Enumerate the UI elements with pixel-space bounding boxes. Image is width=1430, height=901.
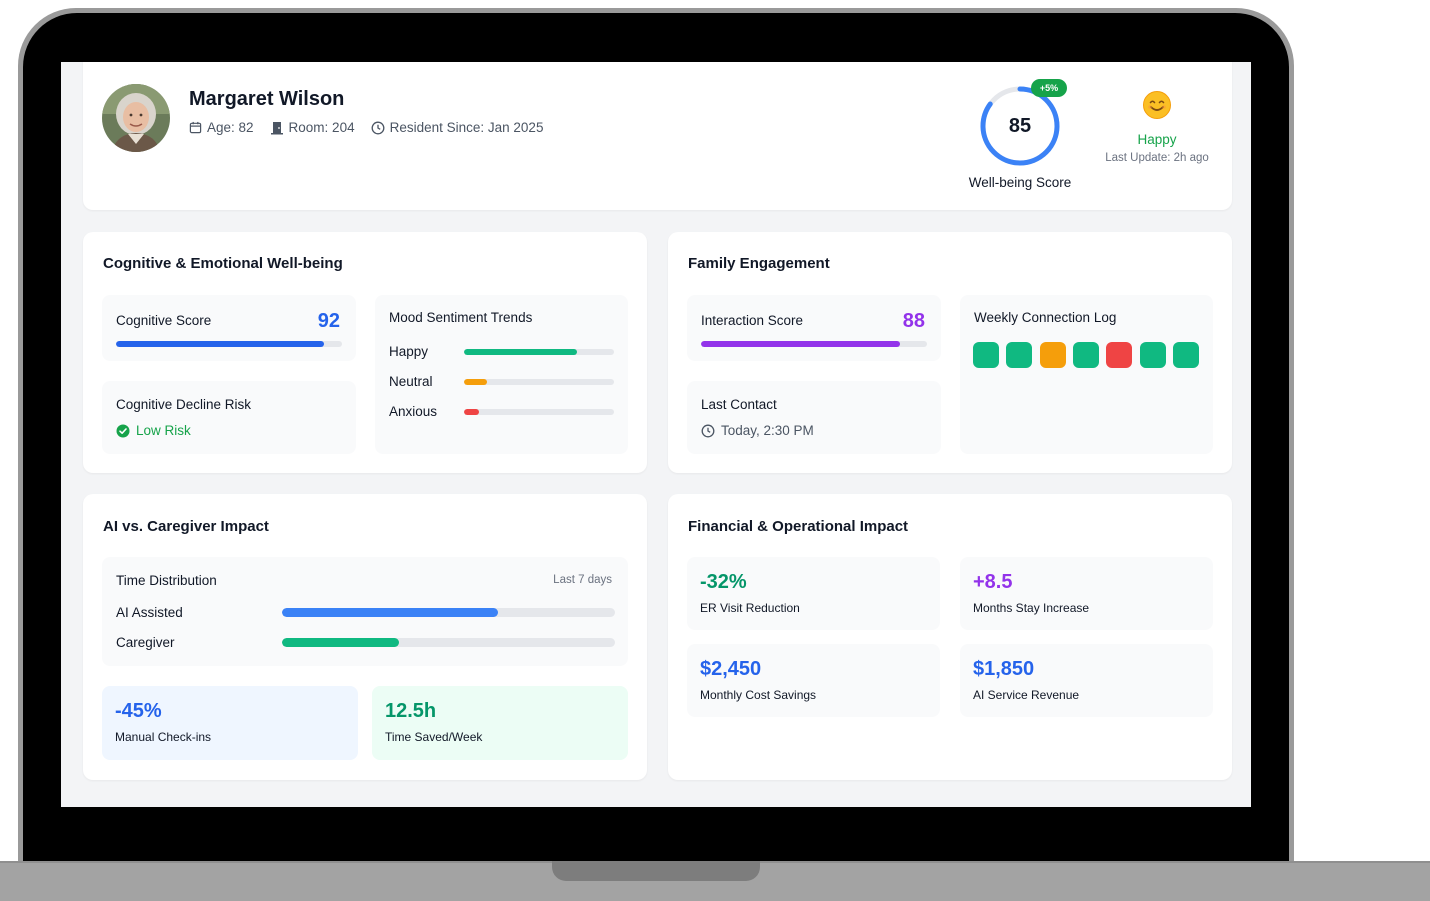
dashboard-screen: Margaret Wilson Age: 82 Room: 204 Reside… xyxy=(61,62,1251,807)
cost-savings-label: Monthly Cost Savings xyxy=(700,688,817,702)
weekly-log-day[interactable] xyxy=(1006,342,1033,368)
service-revenue-label: AI Service Revenue xyxy=(973,688,1080,702)
resident-header: Margaret Wilson Age: 82 Room: 204 Reside… xyxy=(83,62,1232,210)
mood-trend-fill xyxy=(464,409,479,415)
ai-impact-card: AI vs. Caregiver Impact Time Distributio… xyxy=(83,494,647,780)
happy-face-icon xyxy=(1143,91,1171,119)
weekly-log-panel: Weekly Connection Log xyxy=(960,295,1213,454)
resident-meta: Age: 82 Room: 204 Resident Since: Jan 20… xyxy=(189,120,559,135)
avatar[interactable] xyxy=(102,84,170,152)
financial-card: Financial & Operational Impact -32% ER V… xyxy=(668,494,1232,780)
cost-savings-value: $2,450 xyxy=(700,658,762,680)
last-contact-panel: Last Contact Today, 2:30 PM xyxy=(687,381,941,454)
wellbeing-score-label: Well-being Score xyxy=(968,175,1072,190)
checkins-value: -45% xyxy=(115,700,162,722)
interaction-score-label: Interaction Score xyxy=(701,313,804,328)
time-distribution-bar xyxy=(282,638,615,647)
mood-trend-fill xyxy=(464,349,577,355)
door-icon xyxy=(270,121,283,134)
service-revenue-stat: $1,850 AI Service Revenue xyxy=(960,644,1213,717)
mood-last-update: Last Update: 2h ago xyxy=(1105,152,1209,164)
risk-value: Low Risk xyxy=(136,423,191,438)
mood-trend-bar xyxy=(464,349,614,355)
decline-risk-panel: Cognitive Decline Risk Low Risk xyxy=(102,381,356,454)
mood-label: Happy xyxy=(1137,132,1177,147)
time-distribution-title: Time Distribution xyxy=(116,573,217,588)
interaction-score-bar xyxy=(701,341,927,347)
weekly-log-day[interactable] xyxy=(1072,342,1099,368)
cost-savings-stat: $2,450 Monthly Cost Savings xyxy=(687,644,940,717)
mood-trend-bar xyxy=(464,409,614,415)
cognitive-score-fill xyxy=(116,341,324,347)
last-contact-label: Last Contact xyxy=(701,397,777,412)
time-saved-stat: 12.5h Time Saved/Week xyxy=(372,686,628,760)
mood-trend-label: Happy xyxy=(389,344,429,359)
cognitive-score-panel: Cognitive Score 92 xyxy=(102,295,356,361)
cognitive-score-bar xyxy=(116,341,342,347)
room-info: Room: 204 xyxy=(270,120,355,135)
interaction-score-fill xyxy=(701,341,900,347)
time-distribution-bar xyxy=(282,608,615,617)
time-distribution-label: AI Assisted xyxy=(116,605,183,620)
interaction-score-value: 88 xyxy=(902,310,925,332)
last-contact-value: Today, 2:30 PM xyxy=(721,423,814,438)
weekly-log-day[interactable] xyxy=(1172,342,1199,368)
stay-increase-label: Months Stay Increase xyxy=(973,601,1090,615)
weekly-log-day[interactable] xyxy=(1039,342,1066,368)
service-revenue-value: $1,850 xyxy=(973,658,1035,680)
stay-increase-stat: +8.5 Months Stay Increase xyxy=(960,557,1213,630)
stay-increase-value: +8.5 xyxy=(973,571,1013,593)
mood-trend-label: Anxious xyxy=(389,404,438,419)
since-info: Resident Since: Jan 2025 xyxy=(371,120,543,135)
family-card-title: Family Engagement xyxy=(688,255,830,272)
er-visit-stat: -32% ER Visit Reduction xyxy=(687,557,940,630)
weekly-log-day[interactable] xyxy=(973,342,999,368)
check-circle-icon xyxy=(116,424,130,437)
time-distribution-period: Last 7 days xyxy=(553,574,612,586)
mood-trend-label: Neutral xyxy=(389,374,433,389)
mood-trend-bar xyxy=(464,379,614,385)
time-saved-label: Time Saved/Week xyxy=(385,730,483,744)
mood-trends-title: Mood Sentiment Trends xyxy=(389,310,533,325)
cognitive-card: Cognitive & Emotional Well-being Cogniti… xyxy=(83,232,647,473)
clock-icon xyxy=(371,121,385,134)
family-card: Family Engagement Interaction Score 88 L… xyxy=(668,232,1232,473)
cognitive-score-value: 92 xyxy=(317,310,340,332)
mood-trends-panel: Mood Sentiment Trends Happy Neutral Anxiou… xyxy=(375,295,628,454)
weekly-log-day[interactable] xyxy=(1139,342,1166,368)
cognitive-score-label: Cognitive Score xyxy=(116,313,212,328)
mood-trend-fill xyxy=(464,379,487,385)
last-contact-time: Today, 2:30 PM xyxy=(701,423,814,438)
checkins-label: Manual Check-ins xyxy=(115,730,212,744)
time-distribution-label: Caregiver xyxy=(116,635,175,650)
calendar-icon xyxy=(189,121,202,134)
financial-card-title: Financial & Operational Impact xyxy=(688,518,909,535)
er-visit-label: ER Visit Reduction xyxy=(700,601,800,615)
time-distribution-fill xyxy=(282,608,499,617)
weekly-log-title: Weekly Connection Log xyxy=(974,310,1117,325)
cognitive-card-title: Cognitive & Emotional Well-being xyxy=(103,255,343,272)
decline-risk-label: Cognitive Decline Risk xyxy=(116,397,252,412)
resident-name: Margaret Wilson xyxy=(189,88,345,110)
risk-status: Low Risk xyxy=(116,423,191,438)
clock-icon xyxy=(701,424,715,437)
time-saved-value: 12.5h xyxy=(385,700,437,722)
age-info: Age: 82 xyxy=(189,120,254,135)
checkins-stat: -45% Manual Check-ins xyxy=(102,686,358,760)
er-visit-value: -32% xyxy=(700,571,747,593)
score-change-badge: +5% xyxy=(1031,79,1067,97)
weekly-log-day[interactable] xyxy=(1106,342,1133,368)
ai-impact-card-title: AI vs. Caregiver Impact xyxy=(103,518,269,535)
time-distribution-fill xyxy=(282,638,399,647)
laptop-notch xyxy=(552,861,760,881)
time-distribution-panel: Time Distribution Last 7 days AI Assiste… xyxy=(102,557,628,666)
interaction-score-panel: Interaction Score 88 xyxy=(687,295,941,361)
